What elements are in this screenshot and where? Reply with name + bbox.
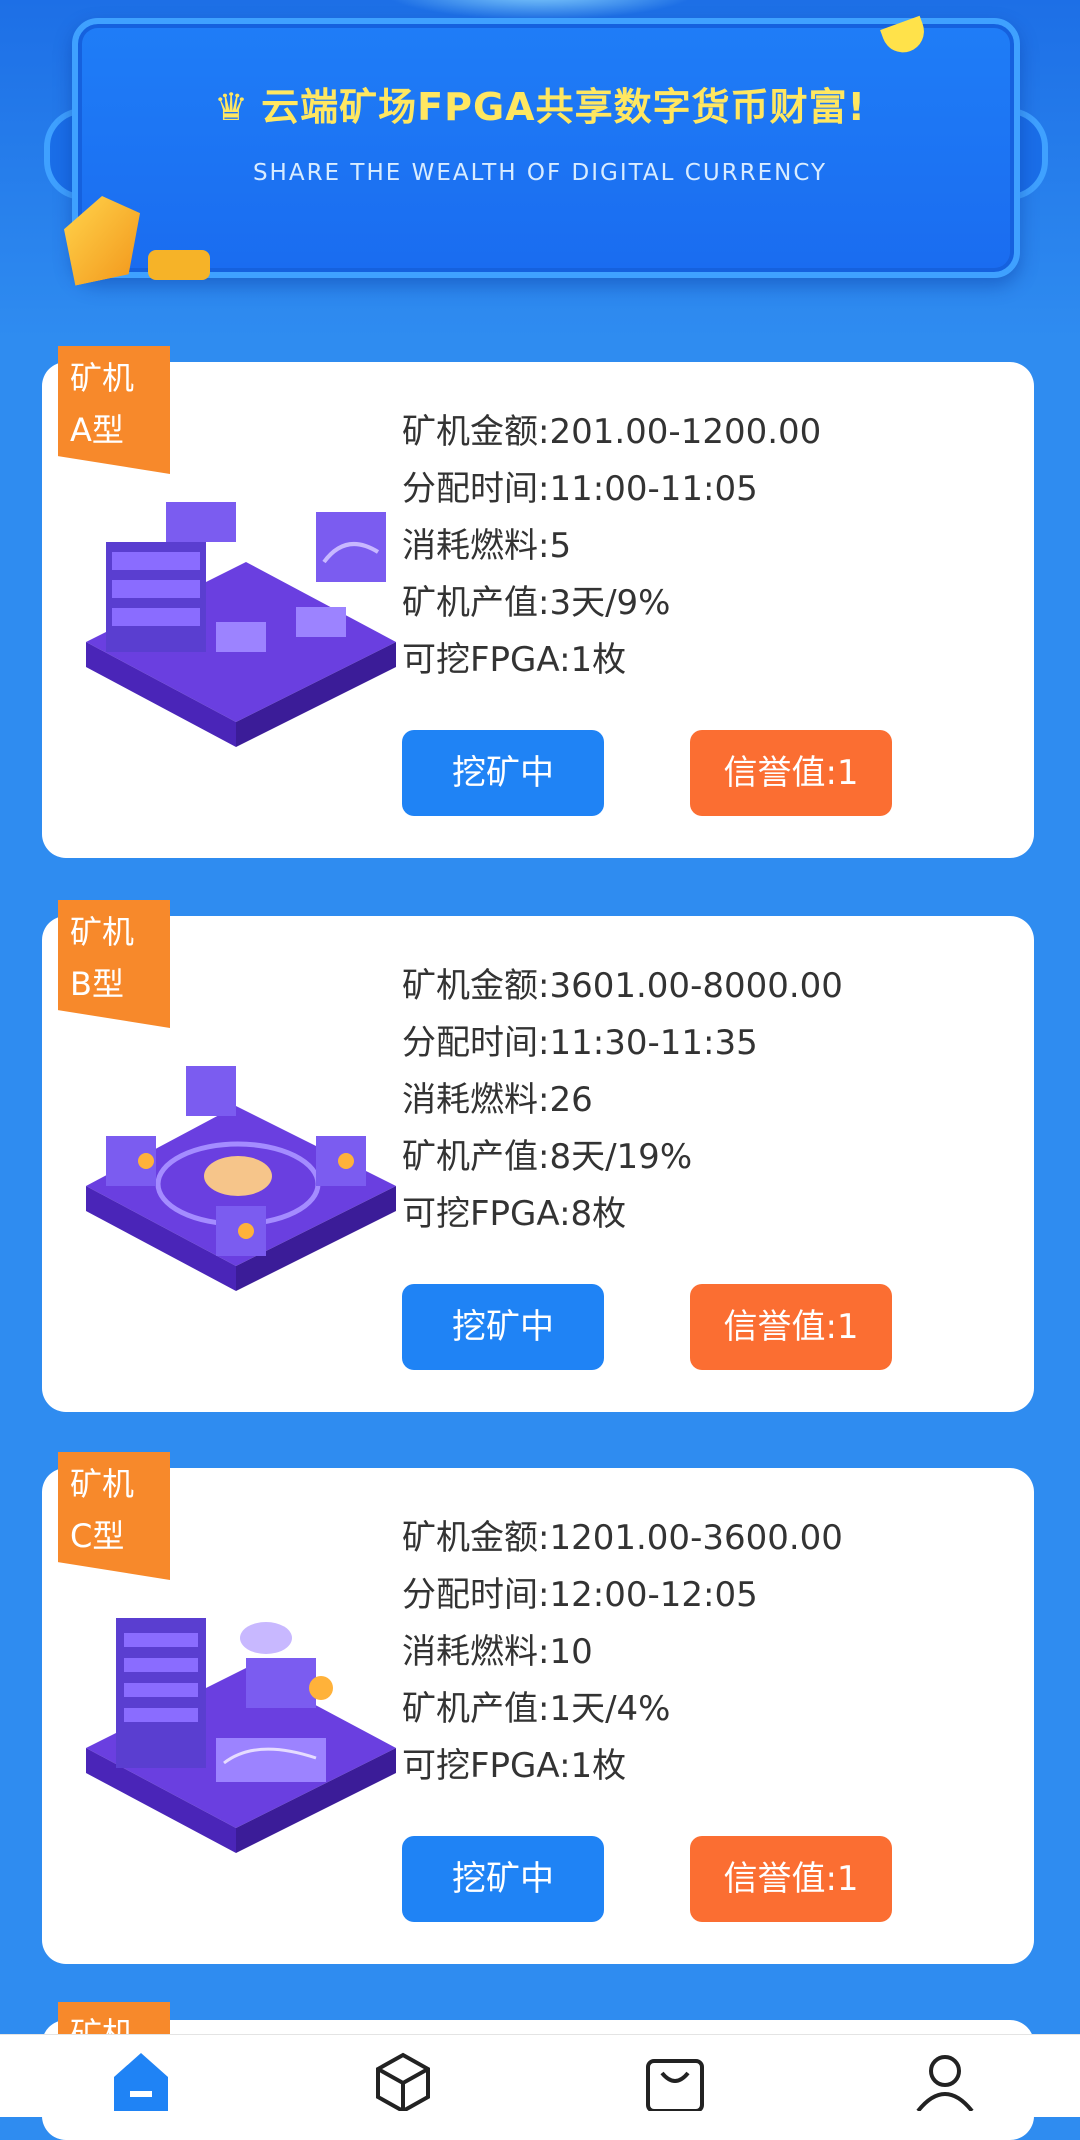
mineable-row: 可挖FPGA:8枚: [402, 1194, 627, 1234]
credit-button[interactable]: 信誉值:1: [690, 730, 892, 816]
tab-machines[interactable]: [368, 2047, 438, 2114]
server-rack-illustration: [86, 502, 396, 747]
output-row: 矿机产值:3天/9%: [402, 583, 671, 623]
gold-bar-decoration: [148, 250, 210, 280]
machine-info: 矿机金额:1201.00-3600.00 分配时间:12:00-12:05 消耗…: [402, 1510, 843, 1795]
credit-button[interactable]: 信誉值:1: [690, 1836, 892, 1922]
tab-home[interactable]: [106, 2047, 176, 2111]
bottom-tab-bar: [0, 2034, 1080, 2117]
output-row: 矿机产值:8天/19%: [402, 1137, 693, 1177]
mining-button[interactable]: 挖矿中: [402, 1284, 604, 1370]
time-row: 分配时间:11:00-11:05: [402, 469, 758, 509]
fuel-row: 消耗燃料:26: [402, 1080, 593, 1120]
machine-type-ribbon: 矿机 A型: [58, 346, 170, 474]
tab-profile[interactable]: [910, 2047, 980, 2113]
machine-type-ribbon: 矿机 C型: [58, 1452, 170, 1580]
machine-card-c: 矿机 C型 矿机金额:1201.00-3600.00 分配时间:12:00-12…: [42, 1452, 1034, 1964]
crown-icon: ♛: [214, 85, 250, 129]
banner-subtitle: SHARE THE WEALTH OF DIGITAL CURRENCY: [252, 160, 828, 186]
mining-button[interactable]: 挖矿中: [402, 1836, 604, 1922]
fuel-row: 消耗燃料:5: [402, 526, 572, 566]
home-icon: [114, 2053, 168, 2111]
time-row: 分配时间:11:30-11:35: [402, 1023, 758, 1063]
amount-row: 矿机金额:201.00-1200.00: [402, 412, 822, 452]
credit-button[interactable]: 信誉值:1: [690, 1284, 892, 1370]
banner-title: ♛ 云端矿场FPGA共享数字货币财富!: [214, 85, 866, 129]
mineable-row: 可挖FPGA:1枚: [402, 1746, 627, 1786]
amount-row: 矿机金额:3601.00-8000.00: [402, 966, 843, 1006]
cube-icon: [376, 2052, 430, 2114]
machine-card-a: 矿机 A型 矿机金额:201.00-1200.00 分配时间:11:00-11:…: [42, 346, 1034, 858]
bag-icon: [646, 2059, 704, 2113]
output-row: 矿机产值:1天/4%: [402, 1689, 671, 1729]
amount-row: 矿机金额:1201.00-3600.00: [402, 1518, 843, 1558]
mining-hub-illustration: [86, 1066, 396, 1291]
time-row: 分配时间:12:00-12:05: [402, 1575, 758, 1615]
machine-type-ribbon: 矿机 B型: [58, 900, 170, 1028]
promo-banner: [72, 18, 1020, 278]
machine-info: 矿机金额:201.00-1200.00 分配时间:11:00-11:05 消耗燃…: [402, 404, 821, 689]
mineable-row: 可挖FPGA:1枚: [402, 640, 627, 680]
user-icon: [916, 2055, 974, 2113]
data-center-illustration: [86, 1618, 396, 1853]
machine-card-b: 矿机 B型 矿机金额:3601.00-8000.00 分配时间:11:30-11…: [42, 900, 1034, 1412]
fuel-row: 消耗燃料:10: [402, 1632, 593, 1672]
tab-shop[interactable]: [640, 2047, 710, 2113]
mining-button[interactable]: 挖矿中: [402, 730, 604, 816]
machine-info: 矿机金额:3601.00-8000.00 分配时间:11:30-11:35 消耗…: [402, 958, 843, 1243]
